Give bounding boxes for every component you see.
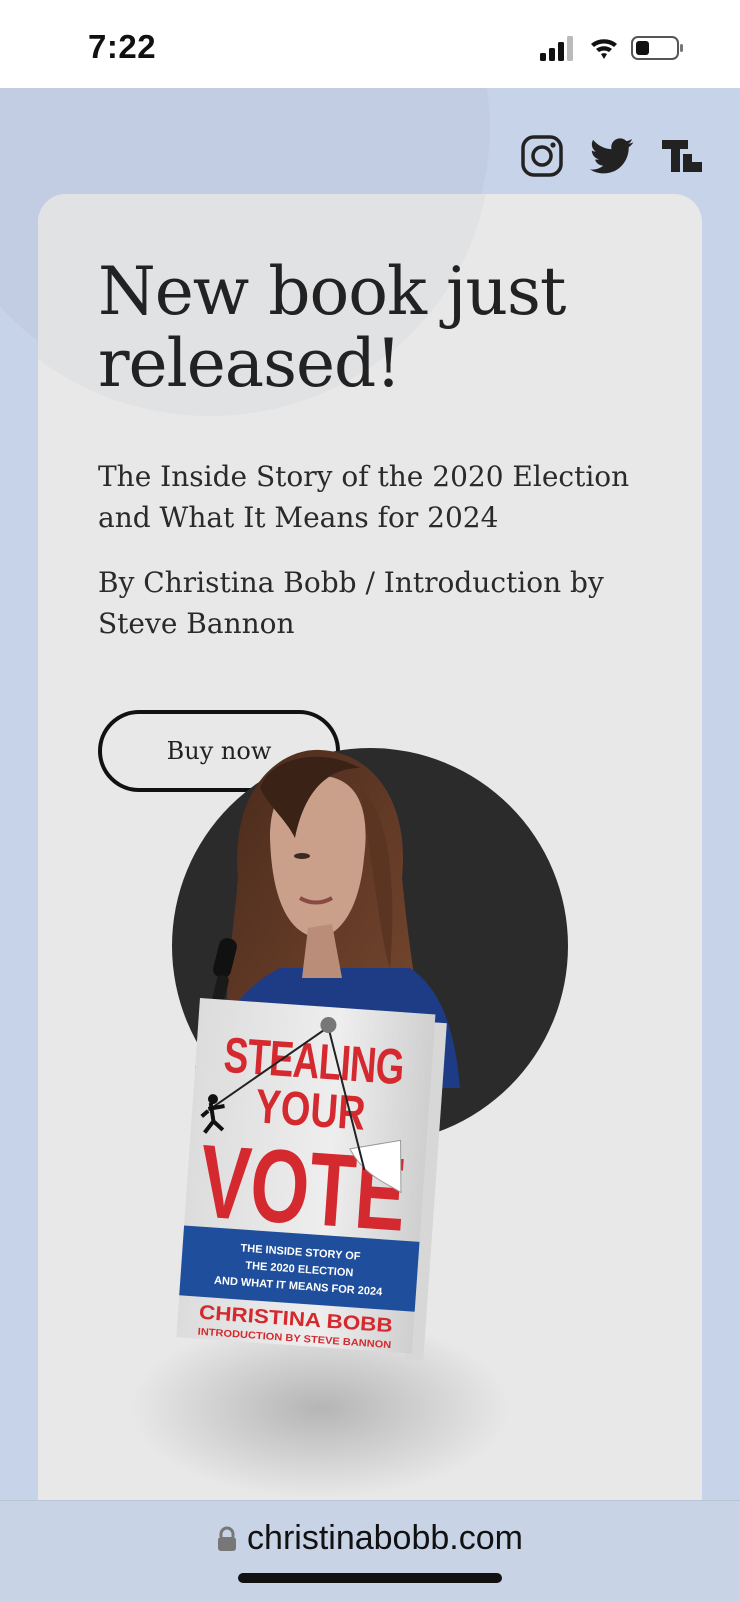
instagram-icon[interactable] (520, 134, 564, 178)
cellular-signal-icon (540, 36, 573, 61)
book-cover: STEALING YOUR VOTE THE INSIDE STORY OF T… (176, 998, 447, 1361)
browser-url-bar[interactable]: christinabobb.com (0, 1500, 740, 1601)
book-byline: By Christina Bobb / Introduction by Stev… (98, 566, 604, 640)
url-display[interactable]: christinabobb.com (0, 1519, 740, 1558)
twitter-icon[interactable] (590, 134, 634, 178)
lock-icon (218, 1526, 237, 1551)
wifi-icon (591, 39, 617, 59)
status-time: 7:22 (88, 28, 157, 65)
status-bar: 7:22 (0, 0, 740, 88)
headline: New book just released! (98, 253, 566, 402)
status-icons (540, 36, 683, 61)
social-links (520, 134, 704, 178)
author-and-book-image: STEALING YOUR VOTE THE INSIDE STORY OF T… (130, 748, 568, 1498)
page-content: New book just released! The Inside Story… (0, 88, 740, 1500)
book-subtitle: The Inside Story of the 2020 Election an… (98, 460, 630, 534)
truth-social-icon[interactable] (660, 134, 704, 178)
url-text: christinabobb.com (247, 1519, 523, 1557)
home-indicator (238, 1573, 502, 1583)
battery-icon (631, 36, 683, 60)
